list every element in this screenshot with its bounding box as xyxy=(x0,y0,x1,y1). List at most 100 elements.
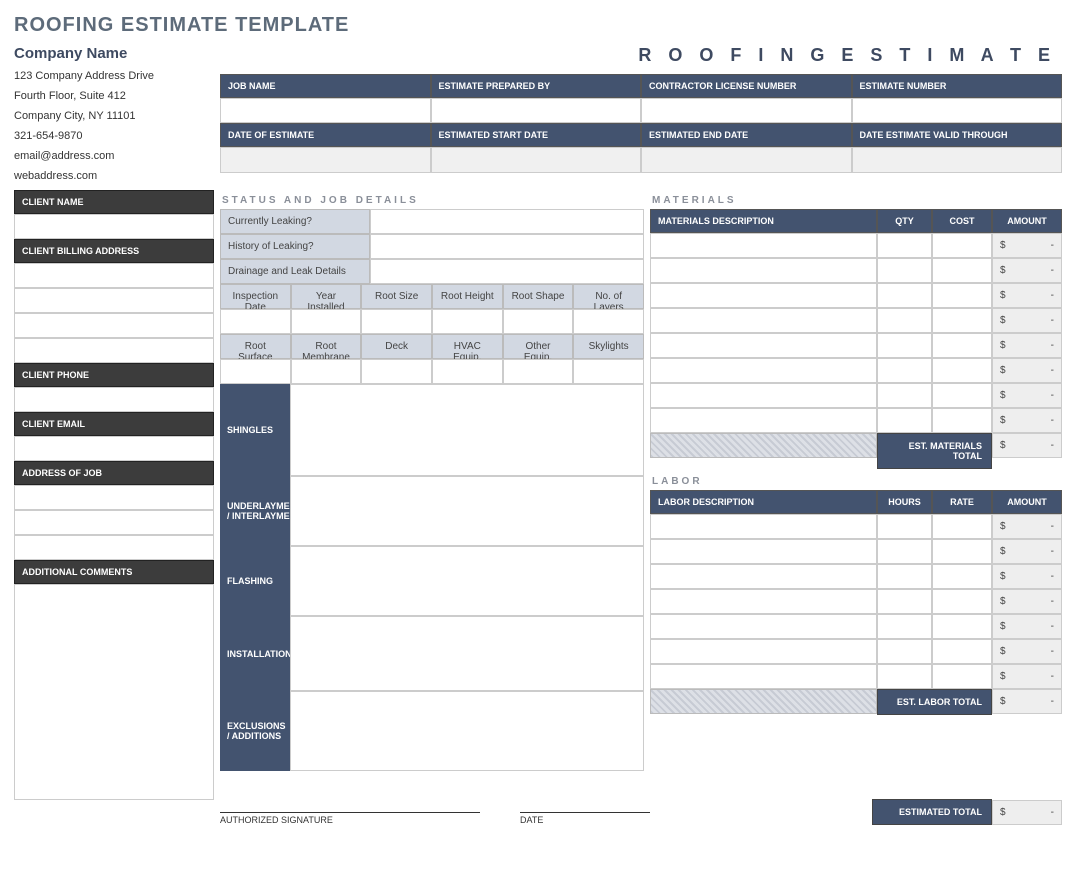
detail-root-height[interactable] xyxy=(432,309,503,334)
input-start-date[interactable] xyxy=(431,147,642,173)
materials-row[interactable] xyxy=(650,308,877,333)
materials-row[interactable] xyxy=(932,233,992,258)
materials-row[interactable] xyxy=(877,258,932,283)
client-phone-input[interactable] xyxy=(14,387,214,412)
materials-amount: $- xyxy=(992,383,1062,408)
client-name-input[interactable] xyxy=(14,214,214,239)
materials-row[interactable] xyxy=(932,308,992,333)
input-date-estimate[interactable] xyxy=(220,147,431,173)
detail-no-layers[interactable] xyxy=(573,309,644,334)
history-leaking-input[interactable] xyxy=(370,234,644,259)
labor-row[interactable] xyxy=(932,539,992,564)
exclusions-input[interactable] xyxy=(290,691,644,771)
detail-root-shape[interactable] xyxy=(503,309,574,334)
materials-row[interactable] xyxy=(932,258,992,283)
detail-skylights[interactable] xyxy=(573,359,644,384)
materials-row[interactable] xyxy=(877,358,932,383)
estimated-total-amount: $- xyxy=(992,800,1062,825)
labor-row[interactable] xyxy=(932,589,992,614)
labor-row[interactable] xyxy=(877,614,932,639)
labor-amount-header: AMOUNT xyxy=(992,490,1062,514)
labor-row[interactable] xyxy=(650,664,877,689)
signature-line[interactable]: AUTHORIZED SIGNATURE xyxy=(220,812,480,825)
labor-row[interactable] xyxy=(932,664,992,689)
detail-inspection-date[interactable] xyxy=(220,309,291,334)
detail-hvac[interactable] xyxy=(432,359,503,384)
labor-row[interactable] xyxy=(650,539,877,564)
labor-row[interactable] xyxy=(650,564,877,589)
materials-row[interactable] xyxy=(932,383,992,408)
materials-amount: $- xyxy=(992,333,1062,358)
labor-row[interactable] xyxy=(877,539,932,564)
job-address-1[interactable] xyxy=(14,485,214,510)
labor-row[interactable] xyxy=(877,514,932,539)
flashing-input[interactable] xyxy=(290,546,644,616)
labor-row[interactable] xyxy=(932,639,992,664)
materials-row[interactable] xyxy=(932,408,992,433)
page-title: ROOFING ESTIMATE TEMPLATE xyxy=(14,14,1062,37)
labor-row[interactable] xyxy=(877,564,932,589)
detail-root-size[interactable] xyxy=(361,309,432,334)
estimated-total-label: ESTIMATED TOTAL xyxy=(872,799,992,825)
materials-amount: $- xyxy=(992,233,1062,258)
job-address-2[interactable] xyxy=(14,510,214,535)
detail-root-membrane[interactable] xyxy=(291,359,362,384)
labor-row[interactable] xyxy=(877,639,932,664)
client-billing-3[interactable] xyxy=(14,313,214,338)
labor-row[interactable] xyxy=(650,589,877,614)
job-address-3[interactable] xyxy=(14,535,214,560)
installation-input[interactable] xyxy=(290,616,644,691)
currently-leaking-input[interactable] xyxy=(370,209,644,234)
materials-row[interactable] xyxy=(650,358,877,383)
materials-row[interactable] xyxy=(932,283,992,308)
materials-row[interactable] xyxy=(650,383,877,408)
labor-amount: $- xyxy=(992,614,1062,639)
materials-row[interactable] xyxy=(650,408,877,433)
labor-row[interactable] xyxy=(932,564,992,589)
materials-row[interactable] xyxy=(650,233,877,258)
labor-row[interactable] xyxy=(932,614,992,639)
labor-row[interactable] xyxy=(877,589,932,614)
materials-row[interactable] xyxy=(932,358,992,383)
detail-year-installed[interactable] xyxy=(291,309,362,334)
materials-row[interactable] xyxy=(932,333,992,358)
drainage-input[interactable] xyxy=(370,259,644,284)
labor-row[interactable] xyxy=(877,664,932,689)
company-addr2: Fourth Floor, Suite 412 xyxy=(14,86,214,106)
comments-label: ADDITIONAL COMMENTS xyxy=(14,560,214,584)
materials-row[interactable] xyxy=(877,308,932,333)
input-prepared-by[interactable] xyxy=(431,98,642,123)
labor-row[interactable] xyxy=(932,514,992,539)
materials-row[interactable] xyxy=(650,258,877,283)
labor-row[interactable] xyxy=(650,614,877,639)
client-billing-4[interactable] xyxy=(14,338,214,363)
input-end-date[interactable] xyxy=(641,147,852,173)
detail-root-shape-label: Root Shape xyxy=(503,284,574,309)
labor-hours-header: HOURS xyxy=(877,490,932,514)
client-billing-2[interactable] xyxy=(14,288,214,313)
underlayment-input[interactable] xyxy=(290,476,644,546)
comments-input[interactable] xyxy=(14,584,214,800)
materials-row[interactable] xyxy=(877,233,932,258)
client-email-label: CLIENT EMAIL xyxy=(14,412,214,436)
detail-root-surface[interactable] xyxy=(220,359,291,384)
input-contractor-license[interactable] xyxy=(641,98,852,123)
labor-row[interactable] xyxy=(650,639,877,664)
detail-deck[interactable] xyxy=(361,359,432,384)
input-valid-through[interactable] xyxy=(852,147,1063,173)
materials-row[interactable] xyxy=(877,333,932,358)
shingles-input[interactable] xyxy=(290,384,644,476)
date-line[interactable]: DATE xyxy=(520,812,650,825)
client-billing-1[interactable] xyxy=(14,263,214,288)
labor-desc-header: LABOR DESCRIPTION xyxy=(650,490,877,514)
materials-row[interactable] xyxy=(650,283,877,308)
client-email-input[interactable] xyxy=(14,436,214,461)
materials-row[interactable] xyxy=(650,333,877,358)
input-job-name[interactable] xyxy=(220,98,431,123)
labor-row[interactable] xyxy=(650,514,877,539)
input-estimate-number[interactable] xyxy=(852,98,1063,123)
detail-other-equip[interactable] xyxy=(503,359,574,384)
materials-row[interactable] xyxy=(877,408,932,433)
materials-row[interactable] xyxy=(877,283,932,308)
materials-row[interactable] xyxy=(877,383,932,408)
